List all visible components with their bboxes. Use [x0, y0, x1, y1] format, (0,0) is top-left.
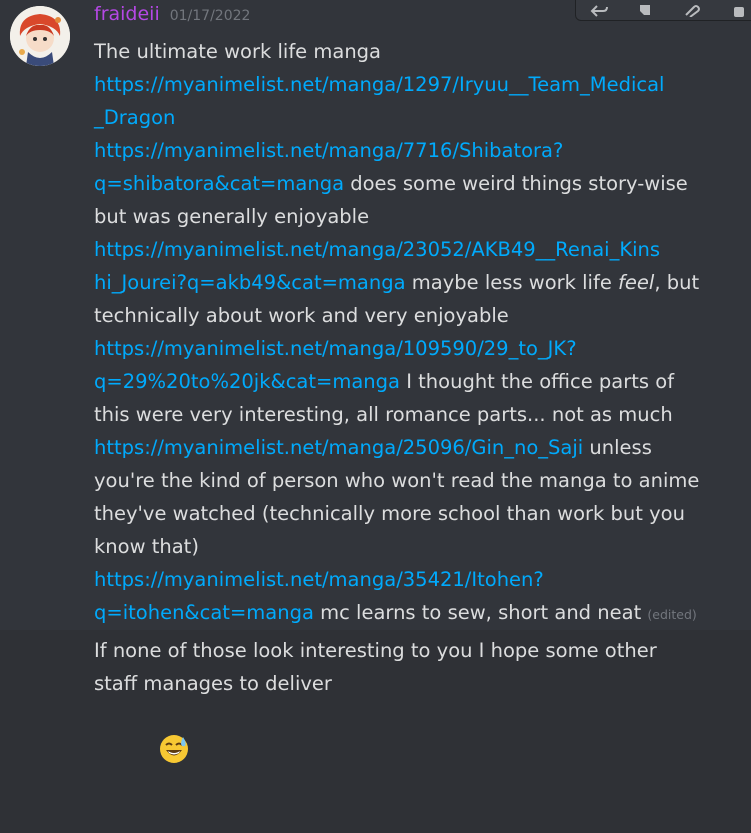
manga-link-continued[interactable]: q=shibatora&cat=manga — [94, 172, 344, 195]
manga-link-continued[interactable]: q=itohen&cat=manga — [94, 601, 314, 624]
more-icon[interactable] — [728, 3, 750, 17]
username[interactable]: fraideii — [94, 3, 160, 25]
message-line: The ultimate work life manga — [94, 40, 382, 63]
message-line: but was generally enjoyable — [94, 205, 370, 228]
manga-link-continued[interactable]: _Dragon — [94, 106, 175, 129]
message-group: fraideii 01/17/2022 The ultimate work li… — [0, 0, 751, 630]
message-line: know that) — [94, 535, 199, 558]
manga-link[interactable]: https://myanimelist.net/manga/23052/AKB4… — [94, 238, 660, 261]
manga-link[interactable]: https://myanimelist.net/manga/109590/29_… — [94, 337, 577, 360]
message-line: If none of those look interesting to you… — [94, 639, 657, 662]
edit-icon[interactable] — [681, 3, 703, 17]
manga-link[interactable]: https://myanimelist.net/manga/25096/Gin_… — [94, 436, 583, 459]
edited-label[interactable]: (edited) — [647, 607, 696, 622]
message-text: maybe less work life — [405, 271, 619, 294]
message-text: unless — [583, 436, 652, 459]
manga-link[interactable]: https://myanimelist.net/manga/1297/Iryuu… — [94, 73, 664, 96]
manga-link-continued[interactable]: hi_Jourei?q=akb49&cat=manga — [94, 271, 406, 294]
message-text: staff manages to deliver — [94, 672, 332, 695]
manga-link[interactable]: https://myanimelist.net/manga/7716/Shiba… — [94, 139, 563, 162]
message-text: , but — [654, 271, 700, 294]
followup-message: If none of those look interesting to you… — [94, 634, 734, 763]
message-text: mc learns to sew, short and neat — [313, 601, 648, 624]
message-line: technically about work and very enjoyabl… — [94, 304, 509, 327]
react-icon[interactable] — [635, 3, 657, 17]
message-text: I thought the office parts of — [400, 370, 675, 393]
manga-link-continued[interactable]: q=29%20to%20jk&cat=manga — [94, 370, 400, 393]
manga-link[interactable]: https://myanimelist.net/manga/35421/Itoh… — [94, 568, 544, 591]
message-line: you're the kind of person who won't read… — [94, 469, 700, 492]
user-avatar[interactable] — [10, 6, 70, 66]
message-text: does some weird things story-wise — [344, 172, 688, 195]
message-text-italic: feel — [618, 271, 655, 294]
timestamp[interactable]: 01/17/2022 — [170, 8, 251, 24]
reply-icon[interactable] — [588, 3, 610, 17]
message-toolbar — [575, 0, 751, 21]
message-content: The ultimate work life manga https://mya… — [94, 35, 734, 629]
message-line: this were very interesting, all romance … — [94, 403, 673, 426]
message-line: they've watched (technically more school… — [94, 502, 685, 525]
message-header: fraideii 01/17/2022 — [94, 3, 250, 31]
sweat-smile-emoji[interactable] — [121, 700, 188, 763]
